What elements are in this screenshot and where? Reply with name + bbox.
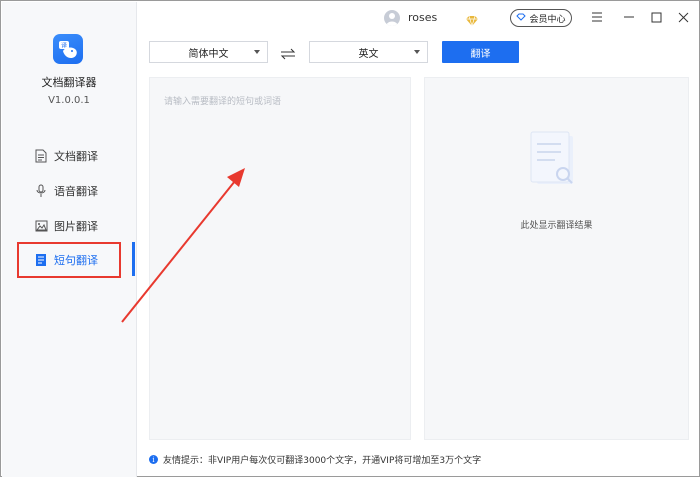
source-language-value: 简体中文 (188, 48, 229, 60)
sidebar-item-image-translate[interactable]: 图片翻译 (20, 211, 120, 241)
target-language-select[interactable]: 英文 (309, 41, 428, 63)
sidebar-item-document-translate[interactable]: 文档翻译 (20, 141, 120, 171)
input-placeholder: 请输入需要翻译的短句或词语 (164, 97, 282, 107)
annotation-highlight-box (17, 242, 121, 278)
avatar[interactable] (384, 10, 400, 26)
member-center-label: 会员中心 (529, 14, 566, 25)
close-icon[interactable] (676, 10, 690, 24)
source-language-select[interactable]: 简体中文 (149, 41, 268, 63)
document-icon (34, 148, 48, 164)
diamond-icon (516, 13, 527, 24)
minimize-icon[interactable] (622, 10, 636, 24)
active-indicator (132, 242, 135, 276)
username[interactable]: roses (408, 11, 437, 24)
footer-tip-text: 友情提示：非VIP用户每次仅可翻译3000个文字，开通VIP将可增加至3万个文字 (163, 456, 482, 466)
menu-icon[interactable] (590, 10, 604, 24)
microphone-icon (34, 183, 48, 199)
sidebar: 译 文档翻译器 V1.0.0.1 文档翻译 语音翻译 图片翻译 短句翻译 (2, 2, 137, 477)
vip-diamond-icon[interactable] (465, 12, 479, 31)
app-logo-icon: 译 (53, 34, 83, 64)
maximize-icon[interactable] (649, 10, 663, 24)
info-icon: i (149, 455, 158, 464)
translate-button[interactable]: 翻译 (442, 41, 519, 63)
sidebar-item-voice-translate[interactable]: 语音翻译 (20, 176, 120, 206)
source-text-input[interactable]: 请输入需要翻译的短句或词语 (149, 77, 411, 440)
translation-result-panel: 此处显示翻译结果 (424, 77, 689, 440)
sidebar-item-label: 语音翻译 (54, 185, 98, 198)
app-title: 文档翻译器 (41, 76, 97, 89)
sidebar-item-label: 图片翻译 (54, 220, 98, 233)
member-center-button[interactable]: 会员中心 (510, 9, 572, 27)
chevron-down-icon (254, 50, 260, 54)
footer-tip: i 友情提示：非VIP用户每次仅可翻译3000个文字，开通VIP将可增加至3万个… (149, 453, 481, 466)
app-version: V1.0.0.1 (48, 95, 90, 106)
document-search-icon (527, 130, 587, 204)
image-icon (34, 218, 48, 234)
target-language-value: 英文 (358, 48, 379, 60)
swap-languages-icon[interactable] (280, 45, 296, 64)
sidebar-item-label: 文档翻译 (54, 150, 98, 163)
app-window: 译 文档翻译器 V1.0.0.1 文档翻译 语音翻译 图片翻译 短句翻译 ros… (0, 0, 700, 477)
result-empty-text: 此处显示翻译结果 (520, 221, 593, 231)
chevron-down-icon (414, 50, 420, 54)
